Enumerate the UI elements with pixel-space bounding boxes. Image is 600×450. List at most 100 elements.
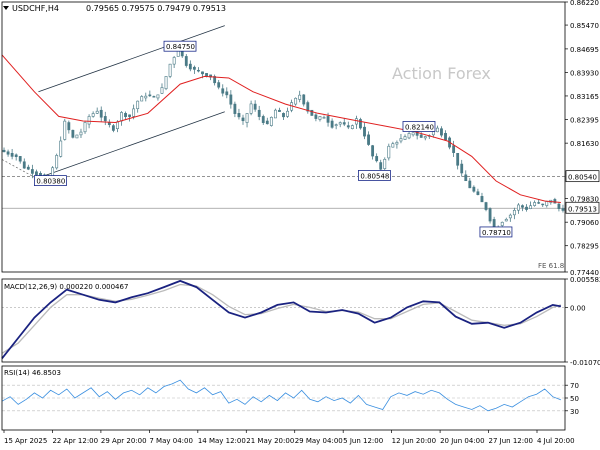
candle-body — [79, 131, 83, 136]
candle-body — [188, 63, 192, 70]
macd-panel[interactable]: 0.005582 0.00 -0.010703 MACD(12,26,9) 0.00… — [1, 276, 600, 367]
candle-body — [99, 109, 103, 118]
x-axis-tick-label: 5 Jun 12:00 — [343, 437, 383, 445]
candle-body — [217, 82, 221, 88]
candle-body — [201, 71, 204, 75]
x-axis-tick-label: 27 Jun 12:00 — [489, 437, 533, 445]
candle-body — [314, 114, 318, 119]
candle-body — [107, 122, 111, 126]
candle-body — [561, 208, 565, 211]
price-grid: 0.86220 0.85470 0.84695 0.83930 0.83165 0.823… — [565, 0, 599, 277]
macd-y-tick-label: 0.00 — [570, 304, 586, 312]
candle-body — [500, 221, 504, 226]
candle-body — [512, 210, 516, 216]
candle-body — [435, 127, 439, 133]
candle-body — [338, 122, 342, 125]
candle-body — [318, 116, 322, 120]
candle-body — [440, 128, 443, 136]
candle-body — [273, 109, 277, 119]
price-y-tick-label: 0.82395 — [570, 117, 599, 125]
candle-body — [557, 203, 561, 209]
candle-body — [6, 151, 10, 155]
price-panel[interactable]: 0.86220 0.85470 0.84695 0.83930 0.83165 0.823… — [1, 0, 600, 277]
candle-body — [521, 205, 524, 208]
candle-body — [168, 63, 172, 77]
candle-body — [533, 202, 537, 206]
candle-body — [116, 121, 119, 129]
candle-body — [342, 122, 346, 125]
candle-body — [261, 116, 265, 123]
x-axis-tick-label: 20 Jun 04:00 — [440, 437, 484, 445]
candle-body — [545, 201, 549, 206]
x-axis-tick-label: 15 Apr 2025 — [4, 437, 47, 445]
candle-body — [508, 214, 512, 219]
symbol-timeframe: USDCHF,H4 — [12, 4, 59, 13]
candle-body — [367, 134, 370, 145]
candle-body — [350, 125, 354, 129]
candle-body — [537, 202, 541, 204]
rsi-panel[interactable]: 70 50 30 RSI(14) 46.8503 — [1, 369, 579, 416]
candle-body — [253, 103, 257, 110]
candle-body — [95, 110, 99, 114]
x-axis-tick-label: 21 May 20:00 — [246, 437, 294, 445]
price-y-tick-label: 0.78295 — [570, 243, 599, 251]
candle-body — [184, 56, 188, 66]
candle-body — [269, 116, 273, 126]
candle-body — [334, 124, 338, 126]
candle-body — [124, 113, 127, 117]
candle-body — [233, 103, 237, 114]
candle-body — [354, 118, 358, 125]
candle-body — [379, 162, 383, 170]
candle-body — [265, 120, 269, 125]
candle-body — [407, 133, 411, 139]
candle-body — [18, 156, 22, 162]
x-axis-tick-label: 7 May 04:00 — [149, 437, 193, 445]
macd-y-tick-label: 0.005582 — [570, 276, 600, 284]
candle-body — [83, 122, 87, 133]
candle-body — [120, 112, 123, 122]
candle-body — [87, 116, 91, 125]
rsi-grid: 70 50 30 — [2, 382, 579, 416]
x-axis-tick-label: 14 May 12:00 — [198, 437, 246, 445]
candle-body — [75, 134, 79, 139]
candle-body — [55, 155, 59, 169]
candle-body — [229, 94, 233, 105]
candle-body — [63, 120, 67, 140]
candle-body — [160, 87, 164, 94]
candle-body — [172, 57, 176, 65]
price-annotation-label: 0.82140 — [405, 123, 434, 131]
x-axis-tick-label: 29 Apr 20:00 — [101, 437, 147, 445]
macd-y-tick-label: -0.010703 — [570, 359, 600, 367]
watermark: Action Forex — [392, 64, 491, 83]
candle-body — [480, 196, 484, 203]
channel-upper-line — [38, 25, 225, 93]
forex-chart[interactable]: 0.86220 0.85470 0.84695 0.83930 0.83165 0.823… — [0, 0, 600, 450]
channel-lower-line — [38, 111, 225, 179]
candle-body — [241, 117, 245, 122]
candle-body — [488, 208, 492, 222]
price-y-tick-label: 0.84695 — [570, 46, 599, 54]
candle-body — [59, 140, 63, 157]
dropdown-arrow-icon[interactable] — [3, 6, 9, 10]
rsi-y-tick-label: 30 — [570, 408, 579, 416]
ohlc-values: 0.79565 0.79575 0.79479 0.79513 — [86, 4, 226, 13]
macd-main-line — [1, 279, 562, 359]
candle-body — [132, 108, 136, 117]
candle-body — [294, 97, 298, 105]
candle-body — [221, 88, 225, 94]
candle-body — [423, 136, 427, 139]
rsi-line — [1, 379, 562, 412]
price-annotation-label: 0.80380 — [36, 178, 65, 186]
x-axis-tick-label: 29 May 04:00 — [295, 437, 343, 445]
candle-body — [192, 66, 196, 70]
candle-body — [298, 94, 302, 100]
candle-body — [541, 203, 545, 206]
fe-label: FE 61.8 — [538, 262, 564, 270]
candle-body — [103, 116, 107, 122]
candle-body — [111, 125, 115, 131]
candle-body — [529, 205, 532, 209]
candle-body — [197, 69, 200, 72]
price-y-tick-label: 0.83165 — [570, 93, 599, 101]
candle-body — [504, 219, 508, 222]
candle-body — [456, 152, 460, 166]
